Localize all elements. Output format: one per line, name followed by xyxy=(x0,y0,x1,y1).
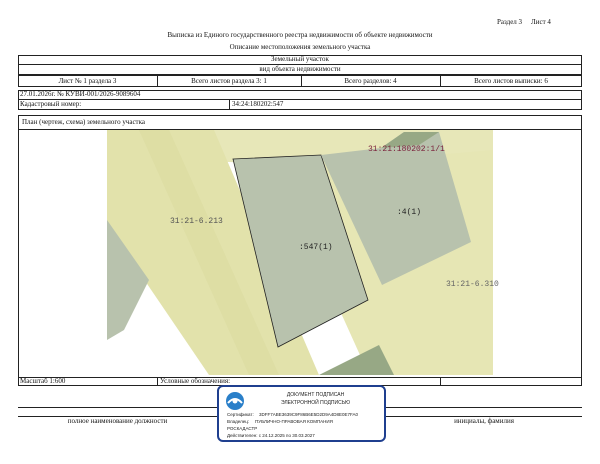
stamp-owner-label: Владелец: xyxy=(227,419,250,424)
stamp-cert-value: 3DFF7ABE3639C9F86B6E5D2D9A4D8E0E7FA0 xyxy=(259,412,359,417)
scale-label: Масштаб 1:600 xyxy=(20,377,66,385)
section-label: Раздел 3 xyxy=(497,18,523,26)
cadastral-label: Кадастровый номер: xyxy=(20,100,82,108)
stamp-valid: Действителен: с 24.12.2025 по 30.03.2027 xyxy=(227,433,315,438)
rosreestr-emblem-icon xyxy=(226,392,244,410)
total-sections: Всего разделов: 4 xyxy=(344,77,397,85)
plan-title: План (чертеж, схема) земельного участка xyxy=(22,118,146,126)
object-type: Земельный участок xyxy=(271,55,329,63)
stamp-owner-value2: РОСКАДАСТР xyxy=(227,426,258,431)
position-caption: полное наименование должности xyxy=(67,417,168,425)
stamp-line2: ЭЛЕКТРОННОЙ ПОДПИСЬЮ xyxy=(280,400,351,406)
parcel-map xyxy=(107,130,493,375)
document-subtitle: Описание местоположения земельного участ… xyxy=(229,43,371,51)
total-sheets-extract: Всего листов выписки: 6 xyxy=(474,77,548,85)
stamp-cert-label: Сертификат: xyxy=(227,412,254,417)
sheet-label: Лист 4 xyxy=(531,18,551,26)
object-kind: вид объекта недвижимости xyxy=(259,65,341,73)
sheet-of-section: Лист № 1 раздела 3 xyxy=(58,77,117,85)
map-label-road-right: 31:21-6.310 xyxy=(446,280,499,289)
stamp-owner-value: ПУБЛИЧНО-ПРАВОВАЯ КОМПАНИЯ xyxy=(255,419,333,424)
map-label-parcel-top: 31:21:180202:1/1 xyxy=(368,145,445,154)
doc-number: 27.01.2026г. № КУВИ-001/2026-9089604 xyxy=(20,90,141,98)
cadastral-number: 34:24:180202:547 xyxy=(232,100,284,108)
stamp-line1: ДОКУМЕНТ ПОДПИСАН xyxy=(286,392,345,398)
total-sheets-section: Всего листов раздела 3: 1 xyxy=(191,77,267,85)
name-caption: инициалы, фамилия xyxy=(454,417,514,425)
map-label-road-left: 31:21-6.213 xyxy=(170,217,223,226)
map-label-parcel-4: :4(1) xyxy=(397,208,422,217)
document-title: Выписка из Единого государственного реес… xyxy=(167,31,433,39)
map-label-parcel-547: :547(1) xyxy=(299,243,333,252)
e-signature-stamp: ДОКУМЕНТ ПОДПИСАН ЭЛЕКТРОННОЙ ПОДПИСЬЮ С… xyxy=(217,385,386,442)
